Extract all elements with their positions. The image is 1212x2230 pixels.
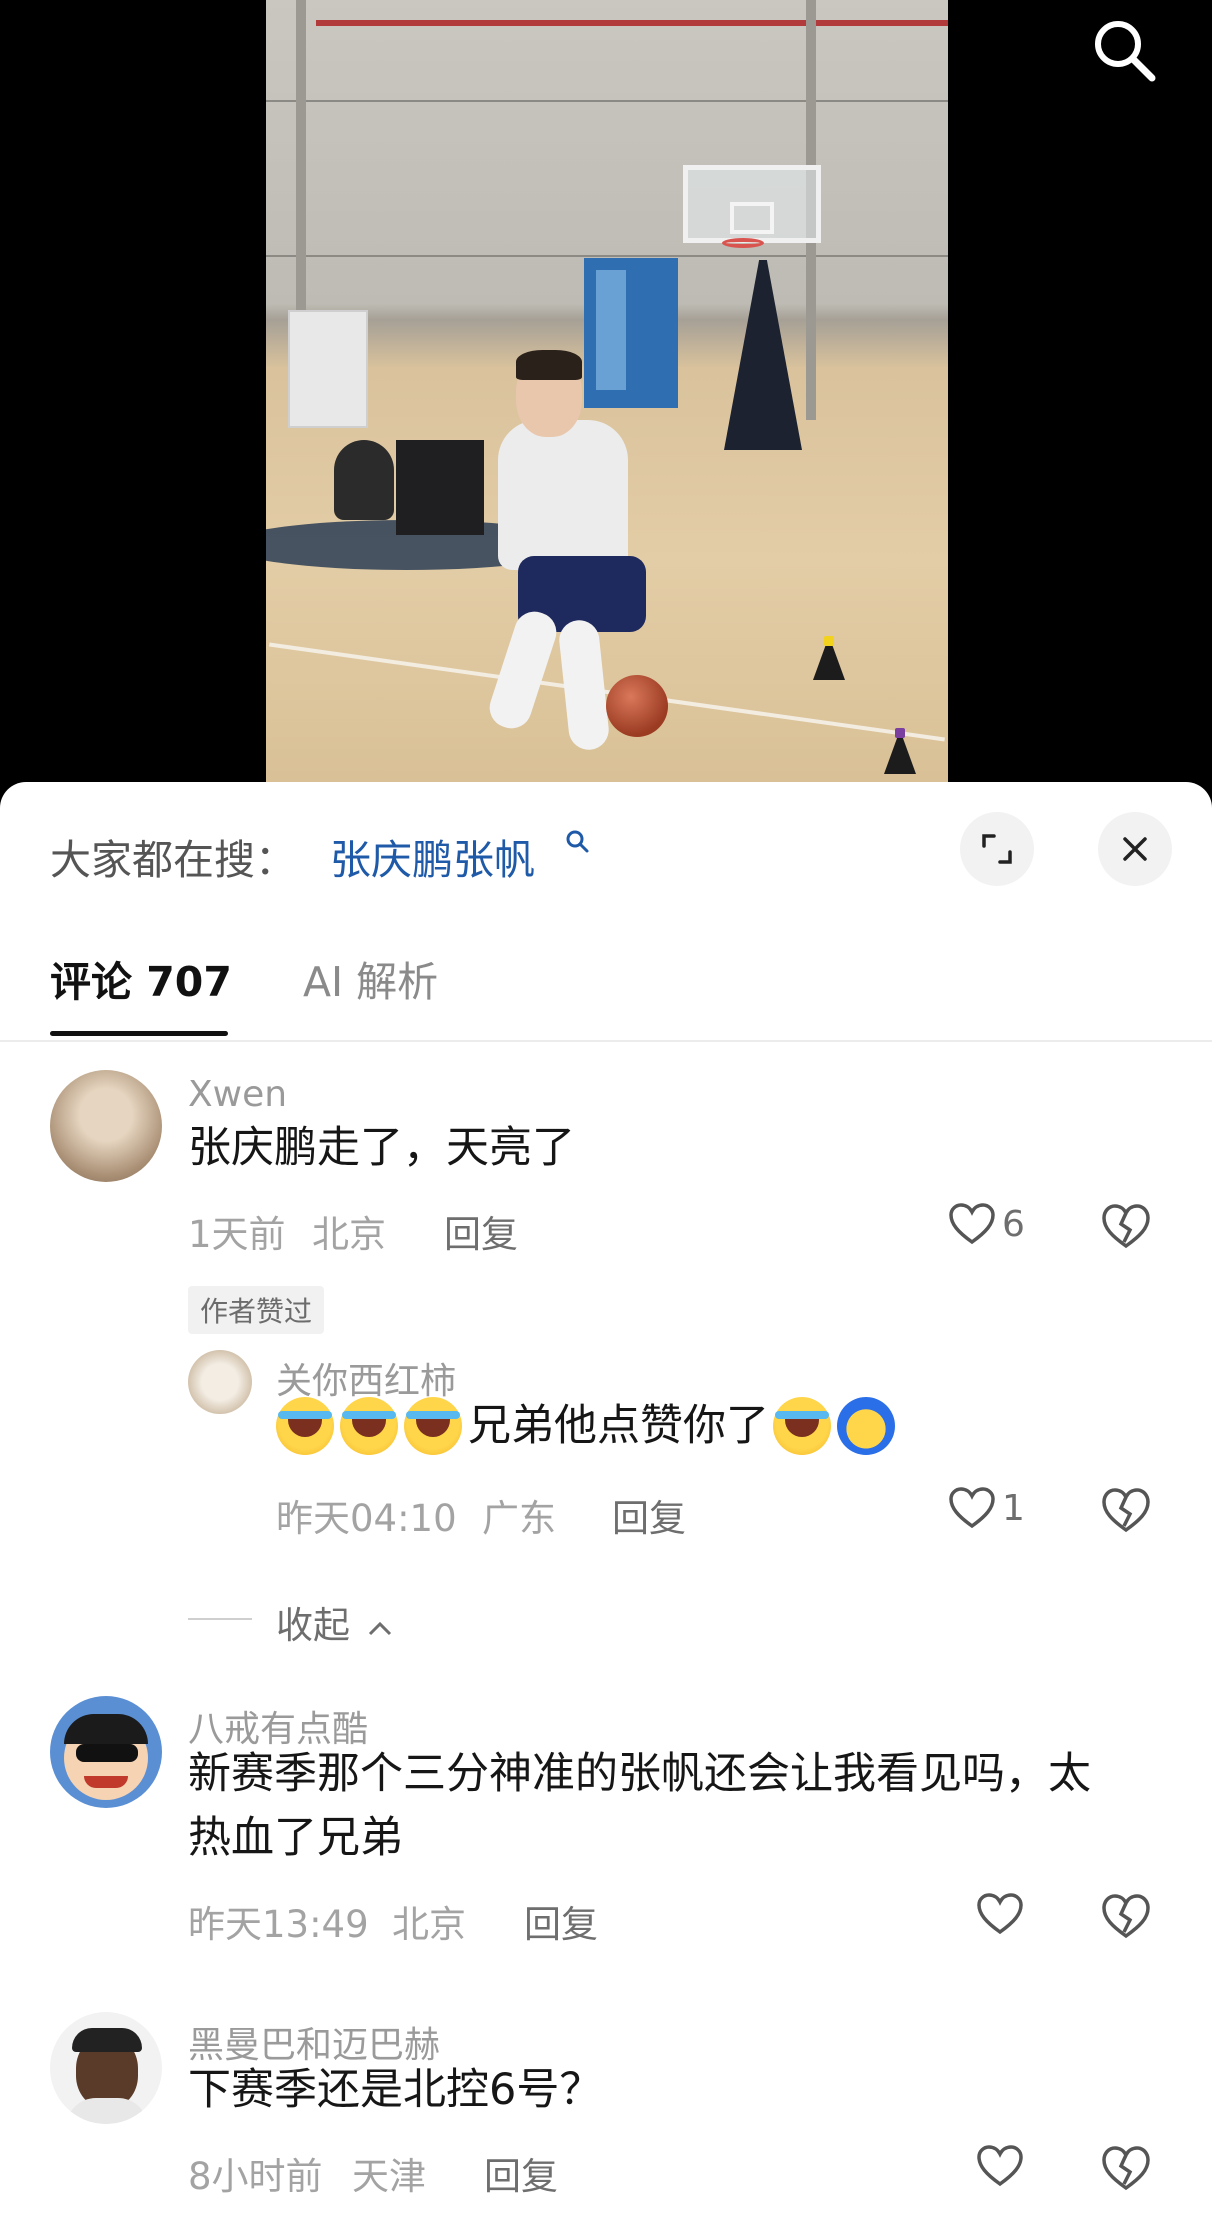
comment-username[interactable]: Xwen xyxy=(188,1074,287,1115)
like-count: 6 xyxy=(1002,1203,1025,1245)
expand-icon xyxy=(982,834,1012,864)
plyo-box xyxy=(396,440,484,535)
reply-location: 广东 xyxy=(482,1497,556,1540)
ceiling-line xyxy=(266,255,948,257)
dislike-button[interactable] xyxy=(1100,1486,1152,1534)
comment-text: 张庆鹏走了，天亮了 xyxy=(188,1123,575,1173)
author-liked-badge: 作者赞过 xyxy=(188,1286,325,1334)
reply-button[interactable]: 回复 xyxy=(484,2146,558,2200)
comment-location: 北京 xyxy=(392,1903,466,1946)
avatar[interactable] xyxy=(188,1350,252,1414)
hoop-rim xyxy=(722,238,764,248)
reply-button[interactable]: 回复 xyxy=(612,1488,686,1542)
ceiling-line xyxy=(266,100,948,102)
reply-time: 昨天04:10 xyxy=(276,1497,457,1540)
heart-icon[interactable] xyxy=(976,1892,1024,1936)
active-tab-indicator xyxy=(50,1031,228,1036)
like-count: 1 xyxy=(1002,1487,1025,1529)
comment-text: 下赛季还是北控6号？ xyxy=(188,2065,603,2115)
laughing-crying-emoji xyxy=(340,1397,398,1455)
comment-text-line-1: 新赛季那个三分神准的张帆还会让我看见吗，太 xyxy=(188,1749,1091,1799)
comment-panel: 大家都在搜： 张庆鹏张帆 评论 707 AI 解析 Xwen 张庆鹏走了，天亮了 xyxy=(0,782,1212,2230)
collapse-label: 收起 xyxy=(276,1604,350,1647)
avatar[interactable] xyxy=(50,1696,162,1808)
trending-search-link[interactable]: 张庆鹏张帆 xyxy=(330,826,535,886)
comment-time: 8小时前 xyxy=(188,2155,323,2198)
reply-button[interactable]: 回复 xyxy=(524,1894,598,1948)
banner-stripe xyxy=(596,270,626,390)
player-leg xyxy=(484,606,562,734)
expand-button[interactable] xyxy=(960,812,1034,886)
heart-icon xyxy=(949,1203,995,1245)
blue-hair-emoji xyxy=(837,1397,895,1455)
comment-location: 北京 xyxy=(312,1213,386,1256)
tab-bar: 评论 707 AI 解析 xyxy=(0,918,1212,1042)
collapse-replies-button[interactable]: 收起 xyxy=(276,1595,394,1649)
heart-icon[interactable] xyxy=(976,2144,1024,2188)
comment-location: 天津 xyxy=(352,2155,426,2198)
dislike-button[interactable] xyxy=(1100,1892,1152,1940)
video-frame xyxy=(266,0,948,800)
trending-search-bar: 大家都在搜： 张庆鹏张帆 xyxy=(0,782,1212,918)
close-icon xyxy=(1123,837,1147,861)
player-shirt xyxy=(498,420,628,570)
air-conditioner xyxy=(288,310,368,428)
tab-comments[interactable]: 评论 707 xyxy=(50,948,232,1008)
trending-search-label: 大家都在搜： xyxy=(50,836,296,884)
tab-ai-analysis[interactable]: AI 解析 xyxy=(303,948,438,1008)
search-icon[interactable] xyxy=(1090,16,1158,84)
small-search-icon xyxy=(566,830,589,853)
laughing-crying-emoji xyxy=(773,1397,831,1455)
collapse-divider xyxy=(188,1618,252,1620)
reply-button[interactable]: 回复 xyxy=(444,1204,518,1258)
heart-icon xyxy=(949,1487,995,1529)
dislike-button[interactable] xyxy=(1100,1202,1152,1250)
dislike-button[interactable] xyxy=(1100,2144,1152,2192)
player-hair xyxy=(516,350,582,380)
reply-text: 兄弟他点赞你了 xyxy=(468,1401,769,1451)
cone-tip xyxy=(895,728,905,738)
comment-time: 昨天13:49 xyxy=(188,1903,369,1946)
basketball xyxy=(606,675,668,737)
cone-tip xyxy=(824,636,834,646)
player-leg xyxy=(557,618,611,752)
comment-text-line-2: 热血了兄弟 xyxy=(188,1813,403,1863)
background-person xyxy=(334,440,394,520)
backboard xyxy=(683,165,821,243)
wall-beam xyxy=(316,20,948,26)
reply-text-row: 兄弟他点赞你了 xyxy=(276,1394,901,1458)
hoop-stand xyxy=(724,260,802,450)
avatar[interactable] xyxy=(50,1070,162,1182)
comment-time: 1天前 xyxy=(188,1213,286,1256)
laughing-crying-emoji xyxy=(276,1397,334,1455)
chevron-up-icon xyxy=(368,1621,391,1635)
avatar[interactable] xyxy=(50,2012,162,2124)
like-button[interactable]: 6 xyxy=(948,1202,1025,1246)
laughing-crying-emoji xyxy=(404,1397,462,1455)
video-player[interactable] xyxy=(0,0,1212,800)
close-button[interactable] xyxy=(1098,812,1172,886)
like-button[interactable]: 1 xyxy=(948,1486,1025,1530)
